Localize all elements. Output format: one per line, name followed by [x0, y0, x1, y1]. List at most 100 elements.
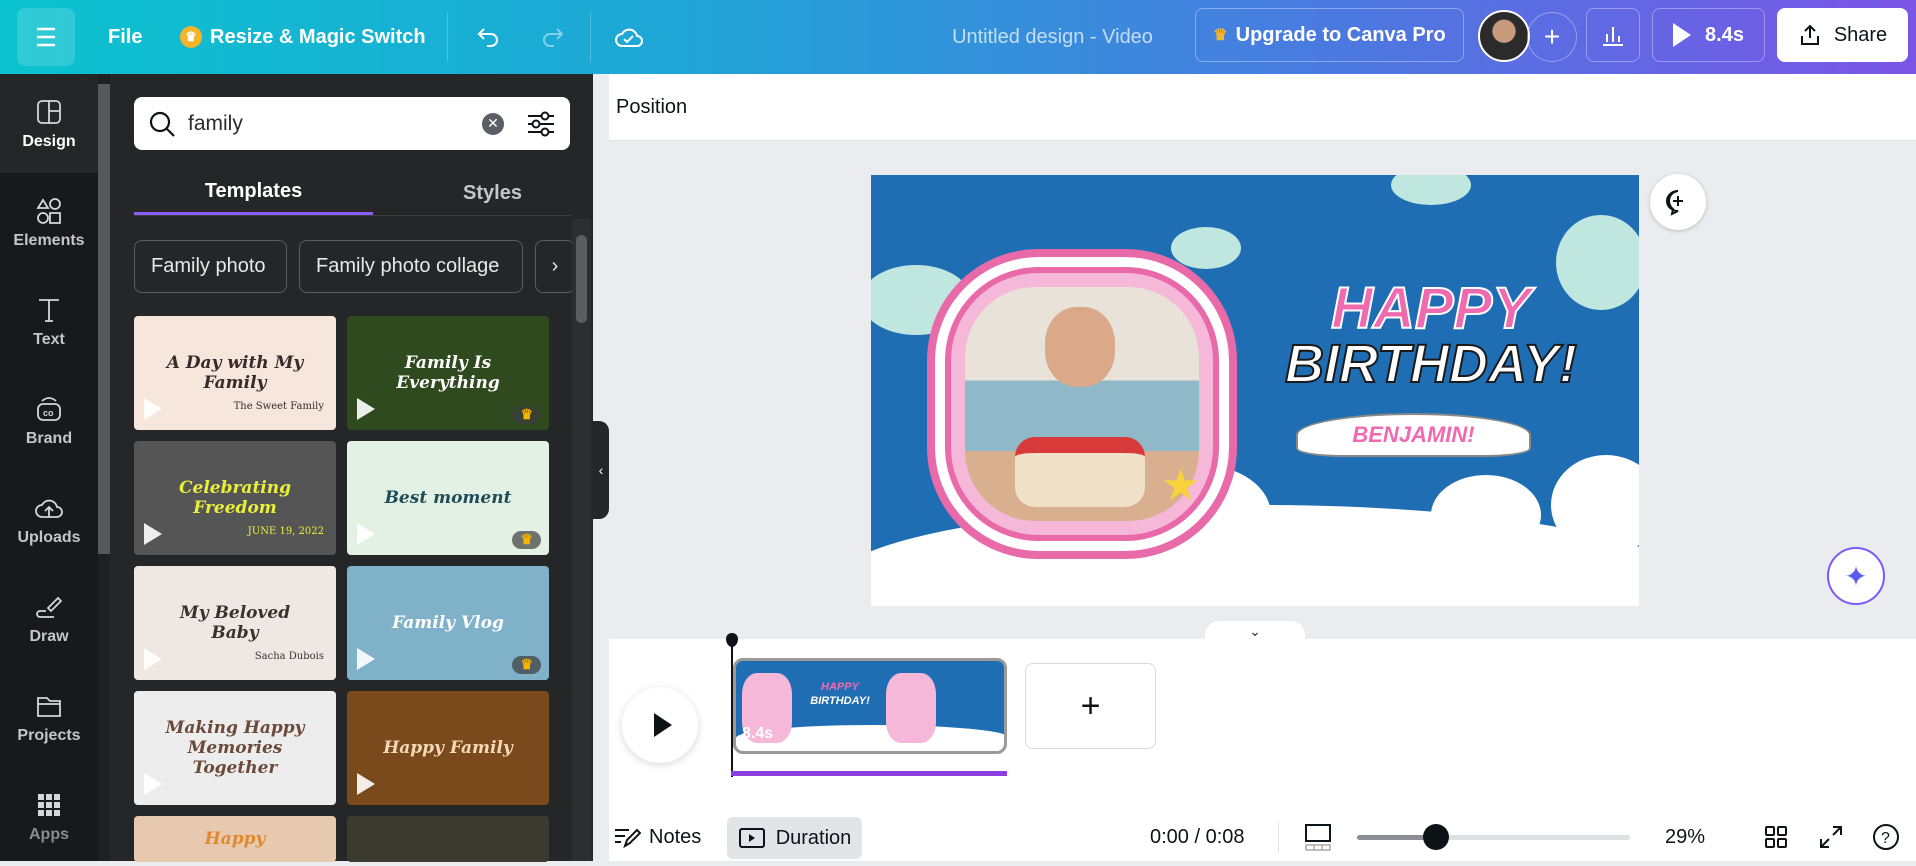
add-comment-button[interactable]	[1650, 174, 1706, 230]
tab-styles[interactable]: Styles	[373, 171, 612, 215]
zoom-percentage[interactable]: 29%	[1665, 817, 1705, 857]
timeline-clip[interactable]: HAPPY BIRTHDAY! 8.4s	[733, 658, 1007, 754]
grid-view-icon[interactable]	[1764, 825, 1788, 854]
rail-item-apps[interactable]: Apps	[0, 767, 98, 866]
rail-item-draw[interactable]: Draw	[0, 569, 98, 668]
top-bar: File ♛ Resize & Magic Switch Untitled de…	[0, 0, 1916, 74]
search-input[interactable]	[188, 111, 470, 136]
template-thumbnail[interactable]	[347, 816, 549, 862]
help-icon[interactable]: ?	[1872, 823, 1900, 856]
upgrade-button[interactable]: ♛ Upgrade to Canva Pro	[1195, 8, 1464, 62]
cake	[1015, 437, 1145, 507]
share-label: Share	[1833, 23, 1888, 46]
chip-family-photo[interactable]: Family photo	[134, 240, 287, 293]
side-rail: Design Elements Text co Brand Uploads Dra…	[0, 74, 110, 861]
rail-item-text[interactable]: Text	[0, 272, 98, 371]
template-title: Celebrating Freedom	[178, 478, 292, 518]
name-ribbon[interactable]: BENJAMIN!	[1296, 413, 1531, 457]
design-title[interactable]: Untitled design - Video	[900, 0, 1205, 74]
chevron-left-icon: ‹	[598, 462, 604, 478]
notes-icon	[615, 828, 641, 849]
brand-icon: co	[37, 396, 61, 421]
zoom-slider-thumb[interactable]	[1423, 824, 1450, 850]
rail-item-design[interactable]: Design	[0, 74, 98, 173]
resize-label: Resize & Magic Switch	[210, 25, 426, 48]
file-menu[interactable]: File	[108, 0, 142, 74]
expand-timeline-button[interactable]: ⌄	[1205, 621, 1305, 641]
share-icon	[1800, 24, 1819, 45]
tab-templates[interactable]: Templates	[134, 171, 373, 215]
present-play-button[interactable]: 8.4s	[1652, 8, 1765, 62]
avatar[interactable]	[1478, 10, 1530, 62]
video-duration-icon	[738, 828, 765, 848]
template-thumbnail[interactable]: A Day with My Family The Sweet Family	[134, 316, 336, 430]
sparkle-icon: ✦	[1844, 560, 1868, 592]
rail-item-projects[interactable]: Projects	[0, 668, 98, 767]
divider	[1278, 821, 1279, 853]
template-thumbnail[interactable]: Making Happy Memories Together	[134, 691, 336, 805]
design-icon	[37, 99, 61, 124]
duration-button[interactable]: Duration	[727, 817, 862, 859]
cloud	[1391, 175, 1471, 205]
position-button[interactable]: Position	[616, 74, 687, 141]
search-icon	[149, 111, 175, 137]
analytics-button[interactable]	[1586, 8, 1640, 62]
timeline-play-button[interactable]	[622, 687, 698, 763]
template-thumbnail[interactable]: Family Vlog ♛	[347, 566, 549, 680]
template-title: A Day with My Family	[166, 353, 304, 393]
zoom-slider[interactable]	[1357, 824, 1630, 850]
rail-item-elements[interactable]: Elements	[0, 173, 98, 272]
rail-item-uploads[interactable]: Uploads	[0, 470, 98, 569]
template-title: Family Is Everything	[396, 353, 500, 393]
template-thumbnail[interactable]: Happy Family	[347, 691, 549, 805]
headline-happy[interactable]: HAPPY	[1281, 275, 1581, 342]
page-view-icon[interactable]	[1304, 823, 1332, 856]
star-icon: ★	[1161, 461, 1201, 510]
cloud	[1171, 227, 1241, 269]
template-thumbnail[interactable]: Family Is Everything ♛	[347, 316, 549, 430]
panel-scrollbar[interactable]	[572, 219, 591, 861]
chip-family-photo-collage[interactable]: Family photo collage	[299, 240, 523, 293]
play-duration: 8.4s	[1705, 23, 1744, 46]
design-canvas[interactable]: ★ HAPPY BIRTHDAY! BENJAMIN!	[871, 175, 1639, 606]
notes-button[interactable]: Notes	[613, 817, 701, 857]
resize-magic-switch-button[interactable]: ♛ Resize & Magic Switch	[180, 0, 426, 74]
template-thumbnail[interactable]: Best moment ♛	[347, 441, 549, 555]
time-readout: 0:00 / 0:08	[1150, 825, 1245, 848]
plus-icon: +	[1543, 21, 1561, 52]
play-icon	[357, 773, 375, 795]
panel-scrollbar-thumb[interactable]	[576, 235, 587, 323]
draw-icon	[36, 596, 63, 618]
rail-scrollbar-thumb[interactable]	[98, 84, 110, 554]
chips-next-button[interactable]: ›	[535, 240, 575, 293]
photo-frame	[927, 249, 1237, 559]
share-button[interactable]: Share	[1777, 8, 1908, 62]
add-collaborator-button[interactable]: +	[1527, 12, 1577, 62]
clip-duration: 8.4s	[742, 725, 774, 742]
clear-search-icon[interactable]: ✕	[482, 112, 504, 135]
premium-crown-icon: ♛	[512, 656, 541, 674]
fullscreen-icon[interactable]	[1819, 825, 1843, 854]
template-thumbnail[interactable]: My Beloved Baby Sacha Dubois	[134, 566, 336, 680]
template-thumbnail[interactable]: Happy	[134, 816, 336, 862]
headline-birthday[interactable]: BIRTHDAY!	[1281, 333, 1581, 395]
template-thumbnail[interactable]: Celebrating Freedom JUNE 19, 2022	[134, 441, 336, 555]
filter-icon[interactable]	[526, 110, 556, 138]
divider	[447, 13, 448, 61]
play-icon	[653, 713, 672, 737]
uploads-icon	[35, 499, 63, 518]
cloud-saved-icon[interactable]	[610, 18, 648, 56]
cloud	[1431, 475, 1541, 555]
redo-icon[interactable]	[533, 18, 571, 56]
play-icon	[357, 398, 375, 420]
add-page-button[interactable]: +	[1025, 663, 1156, 749]
divider	[134, 215, 572, 216]
rail-item-brand[interactable]: co Brand	[0, 371, 98, 470]
comment-plus-icon	[1666, 190, 1683, 216]
undo-icon[interactable]	[470, 18, 508, 56]
collapse-panel-button[interactable]: ‹	[593, 421, 609, 519]
magic-assistant-button[interactable]: ✦	[1827, 547, 1885, 605]
clip-text: BIRTHDAY!	[810, 695, 870, 707]
menu-button[interactable]	[17, 8, 75, 66]
elements-icon	[36, 197, 61, 224]
